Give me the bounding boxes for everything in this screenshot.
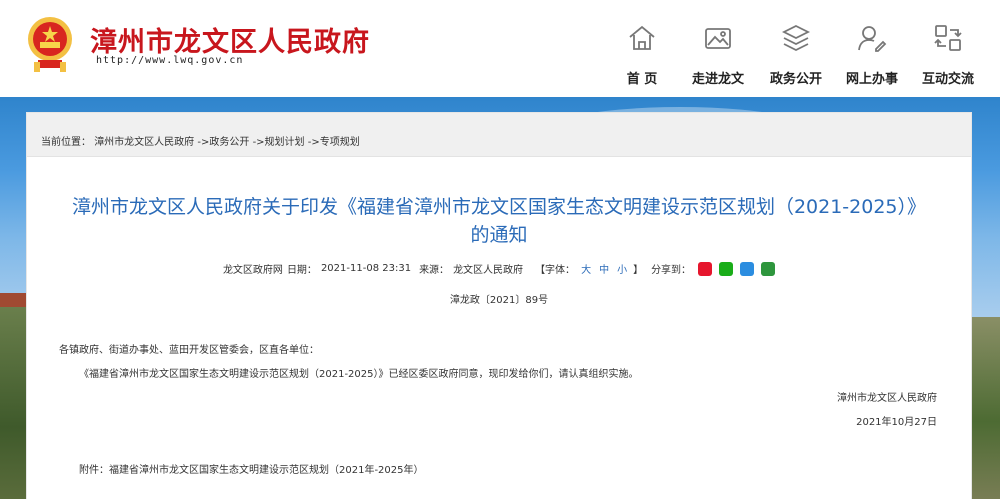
picture-icon <box>705 28 731 49</box>
nav-label: 互动交流 <box>921 72 974 87</box>
document-number: 漳龙政〔2021〕89号 <box>449 295 549 306</box>
site-url: http://www.lwq.gov.cn <box>96 55 244 66</box>
body-text: 《福建省漳州市龙文区国家生态文明建设示范区规划（2021-2025）》已经区委区… <box>79 369 639 380</box>
meta-origin: 龙文区人民政府 <box>453 265 524 276</box>
font-small-button[interactable]: 小 <box>617 261 627 276</box>
breadcrumb-planning[interactable]: ->规划计划 <box>253 137 305 148</box>
nav-label: 网上办事 <box>845 72 898 87</box>
douban-share-icon[interactable] <box>761 261 776 276</box>
exchange-icon <box>934 25 962 51</box>
user-edit-icon <box>858 26 887 52</box>
font-large-button[interactable]: 大 <box>581 261 591 276</box>
article-card: 当前位置： 漳州市龙文区人民政府 ->政务公开 ->规划计划 ->专项规划 漳州… <box>26 112 972 499</box>
article-title-line1: 漳州市龙文区人民政府关于印发《福建省漳州市龙文区国家生态文明建设示范区规划（20… <box>71 196 927 218</box>
breadcrumb-home[interactable]: 漳州市龙文区人民政府 <box>94 137 194 148</box>
nav-label: 政务公开 <box>769 72 822 87</box>
layers-icon <box>781 24 811 52</box>
site-header: 漳州市龙文区人民政府 http://www.lwq.gov.cn 首 页 走进龙… <box>0 0 1000 97</box>
weibo-share-icon[interactable] <box>698 261 713 276</box>
nav-item-home[interactable]: 首 页 <box>600 22 684 90</box>
meta-date: 2021-11-08 23:31 <box>320 263 412 274</box>
nav-label: 首 页 <box>626 72 658 87</box>
nav-item-interaction[interactable]: 互动交流 <box>906 22 990 90</box>
article-title-line2: 的通知 <box>470 224 528 246</box>
breadcrumb-prefix: 当前位置： <box>41 137 91 148</box>
meta-source-site: 龙文区政府网 <box>222 265 283 276</box>
nav-item-online-services[interactable]: 网上办事 <box>830 22 914 90</box>
share-label: 分享到： <box>651 265 692 276</box>
meta-date-label: 日期： <box>286 265 317 276</box>
breadcrumb-gov-affairs[interactable]: ->政务公开 <box>197 137 249 148</box>
article-title: 漳州市龙文区人民政府关于印发《福建省漳州市龙文区国家生态文明建设示范区规划（20… <box>27 193 971 249</box>
breadcrumb-special-planning[interactable]: ->专项规划 <box>308 137 360 148</box>
signer: 漳州市龙文区人民政府 <box>837 393 937 404</box>
national-emblem-icon <box>28 17 72 72</box>
sign-date: 2021年10月27日 <box>856 417 937 428</box>
salutation: 各镇政府、街道办事处、蓝田开发区管委会，区直各单位： <box>59 345 319 356</box>
meta-origin-label: 来源： <box>419 265 450 276</box>
font-size-close: 】 <box>633 265 644 276</box>
tree-decoration-right <box>970 317 1000 499</box>
font-size-label: 【字体： <box>535 265 576 276</box>
article-meta: 龙文区政府网 日期： 2021-11-08 23:31 来源： 龙文区人民政府 … <box>27 261 971 276</box>
home-icon <box>629 25 655 50</box>
font-medium-button[interactable]: 中 <box>599 261 609 276</box>
wechat-share-icon[interactable] <box>719 261 734 276</box>
qq-share-icon[interactable] <box>740 261 755 276</box>
attachment-link[interactable]: 附件：福建省漳州市龙文区国家生态文明建设示范区规划（2021年-2025年） <box>79 461 424 476</box>
breadcrumb: 当前位置： 漳州市龙文区人民政府 ->政务公开 ->规划计划 ->专项规划 <box>27 113 971 157</box>
nav-label: 走进龙文 <box>691 72 744 87</box>
site-title: 漳州市龙文区人民政府 <box>90 27 370 58</box>
nav-item-gov-affairs[interactable]: 政务公开 <box>754 22 838 90</box>
nav-item-about[interactable]: 走进龙文 <box>676 22 760 90</box>
